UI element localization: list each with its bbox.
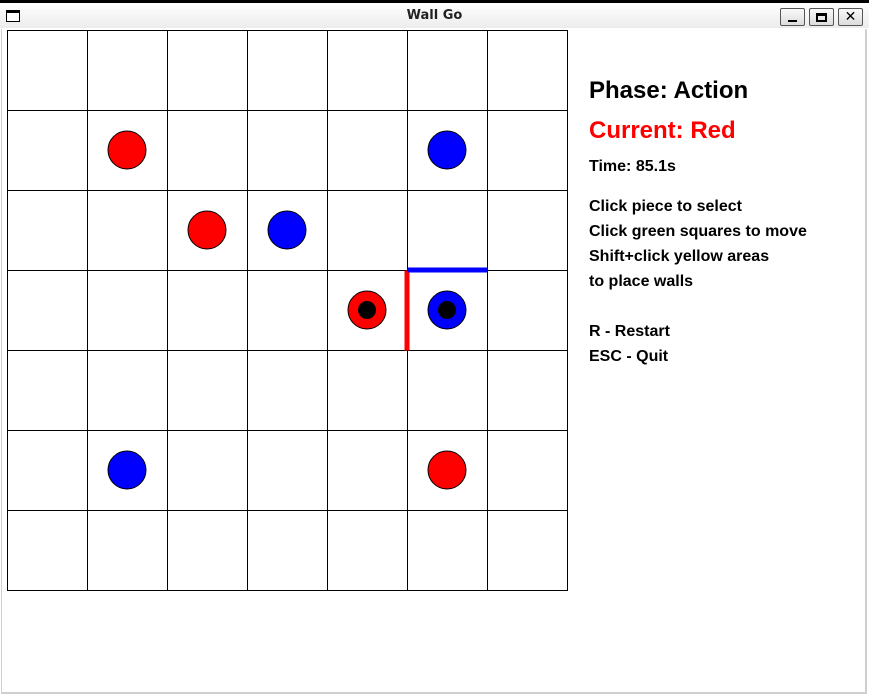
close-button[interactable]: ✕ (838, 8, 863, 26)
board-cell-r0-c4[interactable] (327, 30, 408, 111)
board-cell-r6-c5[interactable] (407, 510, 488, 591)
board-cell-r0-c0[interactable] (7, 30, 88, 111)
board-cell-r0-c2[interactable] (167, 30, 248, 111)
board-cell-r6-c2[interactable] (167, 510, 248, 591)
phase-label: Phase: Action (589, 77, 749, 104)
blue-piece-selected-marker (438, 301, 456, 319)
board-cell-r6-c1[interactable] (87, 510, 168, 591)
red-piece[interactable] (427, 450, 467, 490)
instruction-wall: Shift+click yellow areas (589, 248, 770, 265)
board-cell-r0-c5[interactable] (407, 30, 488, 111)
red-piece-selected-marker (358, 301, 376, 319)
key-restart: R - Restart (589, 323, 670, 340)
board-cell-r2-c6[interactable] (487, 190, 568, 271)
board-cell-r0-c1[interactable] (87, 30, 168, 111)
board-cell-r5-c0[interactable] (7, 430, 88, 511)
board-cell-r3-c1[interactable] (87, 270, 168, 351)
maximize-icon (816, 12, 827, 22)
board-cell-r3-c0[interactable] (7, 270, 88, 351)
timer-label: Time: 85.1s (589, 158, 676, 175)
board-cell-r2-c5[interactable] (407, 190, 488, 271)
red-piece[interactable] (187, 210, 227, 250)
blue-piece[interactable] (427, 130, 467, 170)
board-cell-r6-c4[interactable] (327, 510, 408, 591)
board-cell-r5-c3[interactable] (247, 430, 328, 511)
instruction-select: Click piece to select (589, 198, 742, 215)
board-cell-r4-c0[interactable] (7, 350, 88, 431)
current-player-label: Current: Red (589, 117, 736, 144)
board-cell-r4-c5[interactable] (407, 350, 488, 431)
title-bar[interactable]: Wall Go ✕ (0, 0, 869, 28)
game-board[interactable] (2, 29, 568, 591)
board-cell-r5-c6[interactable] (487, 430, 568, 511)
game-canvas[interactable]: Phase: Action Current: Red Time: 85.1s C… (1, 29, 867, 694)
blue-piece[interactable] (267, 210, 307, 250)
board-cell-r3-c6[interactable] (487, 270, 568, 351)
maximize-button[interactable] (809, 8, 834, 26)
blue-piece[interactable] (107, 450, 147, 490)
board-cell-r4-c6[interactable] (487, 350, 568, 431)
instruction-move: Click green squares to move (589, 223, 807, 240)
minimize-icon (788, 20, 797, 22)
minimize-button[interactable] (780, 8, 805, 26)
instruction-wall-cont: to place walls (589, 273, 694, 290)
board-cell-r4-c1[interactable] (87, 350, 168, 431)
board-cell-r4-c2[interactable] (167, 350, 248, 431)
red-piece[interactable] (107, 130, 147, 170)
board-cell-r3-c3[interactable] (247, 270, 328, 351)
board-cell-r6-c6[interactable] (487, 510, 568, 591)
board-cell-r1-c3[interactable] (247, 110, 328, 191)
board-cell-r6-c0[interactable] (7, 510, 88, 591)
board-cell-r5-c4[interactable] (327, 430, 408, 511)
board-cell-r2-c4[interactable] (327, 190, 408, 271)
board-cell-r6-c3[interactable] (247, 510, 328, 591)
board-cell-r1-c2[interactable] (167, 110, 248, 191)
game-window: Wall Go ✕ Phase: Action Current: Red Tim… (0, 0, 869, 697)
board-cell-r2-c0[interactable] (7, 190, 88, 271)
board-cell-r2-c1[interactable] (87, 190, 168, 271)
board-cell-r0-c6[interactable] (487, 30, 568, 111)
key-quit: ESC - Quit (589, 348, 669, 365)
board-cell-r5-c2[interactable] (167, 430, 248, 511)
board-cell-r1-c6[interactable] (487, 110, 568, 191)
board-cell-r0-c3[interactable] (247, 30, 328, 111)
board-cell-r3-c2[interactable] (167, 270, 248, 351)
board-cell-r4-c4[interactable] (327, 350, 408, 431)
close-icon: ✕ (844, 9, 857, 25)
board-cell-r4-c3[interactable] (247, 350, 328, 431)
window-title: Wall Go (406, 8, 463, 23)
board-cell-r1-c0[interactable] (7, 110, 88, 191)
board-cell-r1-c4[interactable] (327, 110, 408, 191)
